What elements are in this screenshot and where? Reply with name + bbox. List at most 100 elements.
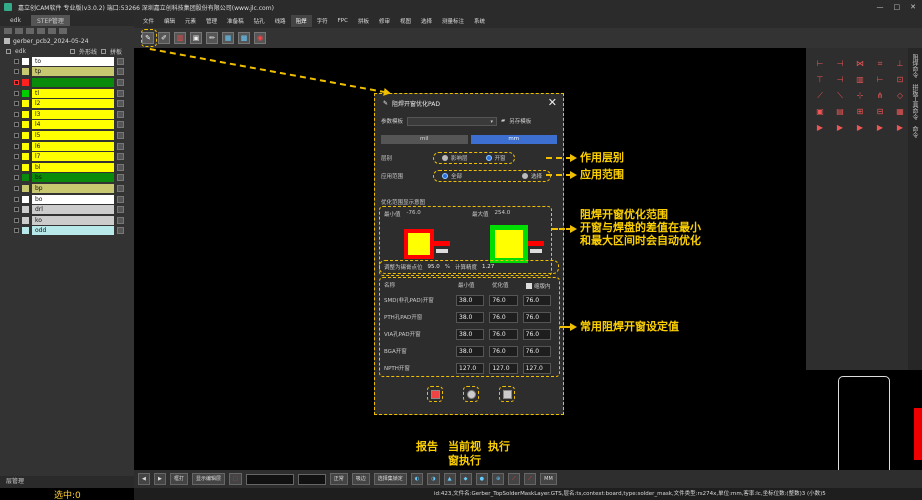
side-tab[interactable]: 阻焊命令	[910, 54, 919, 78]
command-icon[interactable]: ▤	[834, 106, 846, 118]
tab-step[interactable]: STEP管理	[30, 14, 70, 26]
layer-color-swatch[interactable]	[22, 121, 29, 129]
row-min-input[interactable]: 38.0	[456, 345, 485, 357]
layer-edit-icon[interactable]	[117, 131, 124, 139]
layer-edit-icon[interactable]	[117, 68, 124, 76]
layer-name[interactable]: l4	[32, 120, 114, 130]
command-icon[interactable]: ⊞	[854, 106, 866, 118]
layer-name[interactable]: l3	[32, 109, 114, 119]
command-icon[interactable]: ▥	[854, 74, 866, 86]
view-tool-icon[interactable]: ⊕	[491, 473, 505, 485]
command-icon[interactable]: ▶	[874, 122, 886, 134]
unit-select[interactable]: MM	[540, 473, 557, 485]
layer-tool-icon[interactable]	[15, 28, 23, 34]
layer-row[interactable]	[0, 77, 134, 88]
tab-mil[interactable]: mil	[381, 135, 468, 144]
max-value[interactable]: 254.0	[495, 210, 511, 218]
layer-edit-icon[interactable]	[117, 195, 124, 203]
command-icon[interactable]: ⊡	[894, 74, 906, 86]
display-edit-layer-button[interactable]: 显示编辑层	[192, 473, 226, 485]
layer-color-swatch[interactable]	[22, 206, 29, 214]
layer-color-swatch[interactable]	[22, 100, 29, 108]
layer-name[interactable]: l5	[32, 130, 114, 140]
view-tool-icon[interactable]: ●	[475, 473, 488, 485]
layer-edit-icon[interactable]	[117, 216, 124, 224]
side-tab[interactable]: 命令	[910, 126, 919, 138]
layer-visible-checkbox[interactable]	[14, 175, 19, 181]
layer-edit-icon[interactable]	[117, 100, 124, 108]
layer-visible-checkbox[interactable]	[14, 196, 19, 202]
row-opt-input[interactable]: 127.0	[489, 362, 518, 374]
menu-item[interactable]: 视图	[395, 15, 416, 27]
layer-edit-icon[interactable]	[117, 121, 124, 129]
layer-color-swatch[interactable]	[22, 153, 29, 161]
layer-edit-icon[interactable]	[117, 142, 124, 150]
frame-icon[interactable]: ▩	[238, 32, 250, 44]
layer-visible-checkbox[interactable]	[14, 217, 19, 223]
layer-name[interactable]: l7	[32, 152, 114, 162]
layer-color-swatch[interactable]	[22, 227, 29, 235]
zoom-select[interactable]: 框打	[170, 473, 189, 485]
layer-name[interactable]: tl	[32, 88, 114, 98]
layer-edit-icon[interactable]	[117, 174, 124, 182]
layer-name[interactable]: bp	[32, 183, 114, 193]
layer-visible-checkbox[interactable]	[14, 58, 19, 64]
coord-input[interactable]	[245, 473, 294, 485]
layer-row[interactable]: l5	[0, 130, 134, 141]
layer-edit-icon[interactable]	[117, 184, 124, 192]
layer-name[interactable]: bl	[32, 162, 114, 172]
command-icon[interactable]: ▶	[834, 122, 846, 134]
menu-item[interactable]: 拼板	[353, 15, 374, 27]
layer-tool-icon[interactable]	[59, 28, 67, 34]
radio-select[interactable]: 选择	[522, 172, 542, 180]
panel-checkbox[interactable]	[101, 48, 106, 54]
command-icon[interactable]: ▶	[814, 122, 826, 134]
outline-checkbox[interactable]	[69, 48, 75, 54]
tab-edk[interactable]: edk	[4, 16, 27, 25]
layer-row[interactable]: drl	[0, 204, 134, 215]
measure-icon[interactable]: ⟋	[524, 473, 537, 485]
command-icon[interactable]: ⊣	[834, 74, 846, 86]
command-icon[interactable]: ▦	[894, 106, 906, 118]
row-min-input[interactable]: 38.0	[456, 328, 485, 340]
layer-edit-icon[interactable]	[117, 206, 124, 214]
layer-visible-checkbox[interactable]	[14, 154, 19, 160]
row-max-input[interactable]: 127.0	[522, 362, 551, 374]
command-icon[interactable]: ⊢	[814, 58, 826, 70]
row-min-input[interactable]: 127.0	[456, 362, 485, 374]
menu-item[interactable]: 元素	[180, 15, 201, 27]
layer-color-swatch[interactable]	[22, 68, 29, 76]
layer-name[interactable]	[32, 77, 114, 87]
target-icon[interactable]: ◉	[254, 32, 266, 44]
layer-color-swatch[interactable]	[22, 131, 29, 139]
radio-affect-layer[interactable]: 影响层	[442, 154, 468, 162]
layer-tool-icon[interactable]	[48, 28, 56, 34]
layer-name[interactable]: l2	[32, 99, 114, 109]
command-icon[interactable]: ⌗	[874, 58, 886, 70]
mode-select[interactable]: 正常	[329, 473, 348, 485]
command-icon[interactable]: ⊤	[814, 74, 826, 86]
command-icon[interactable]: ▶	[854, 122, 866, 134]
row-opt-input[interactable]: 76.0	[489, 328, 518, 340]
row-opt-input[interactable]: 76.0	[489, 311, 518, 323]
template-select[interactable]: ▾	[407, 116, 498, 126]
layer-row[interactable]: tp	[0, 67, 134, 78]
layer-name[interactable]: drl	[32, 205, 114, 215]
layer-edit-icon[interactable]	[117, 110, 124, 118]
command-icon[interactable]: ⋈	[854, 58, 866, 70]
menu-item[interactable]: 阻焊	[290, 15, 312, 27]
close-window-icon[interactable]: ✕	[910, 3, 916, 11]
command-icon[interactable]: ⋔	[874, 90, 886, 102]
execute-button[interactable]	[499, 386, 515, 402]
layer-tool-icon[interactable]	[37, 28, 45, 34]
command-icon[interactable]: ⟋	[814, 90, 826, 102]
command-icon[interactable]: ▣	[814, 106, 826, 118]
layer-visible-checkbox[interactable]	[14, 164, 19, 170]
folder-icon[interactable]: ▰	[501, 118, 505, 124]
layer-row[interactable]: tl	[0, 88, 134, 99]
current-view-button[interactable]	[463, 386, 479, 402]
side-tab[interactable]: 拼板工具命令	[910, 84, 919, 120]
layer-visible-checkbox[interactable]	[14, 69, 19, 75]
layer-visible-checkbox[interactable]	[14, 79, 19, 85]
command-icon[interactable]: ⟍	[834, 90, 846, 102]
